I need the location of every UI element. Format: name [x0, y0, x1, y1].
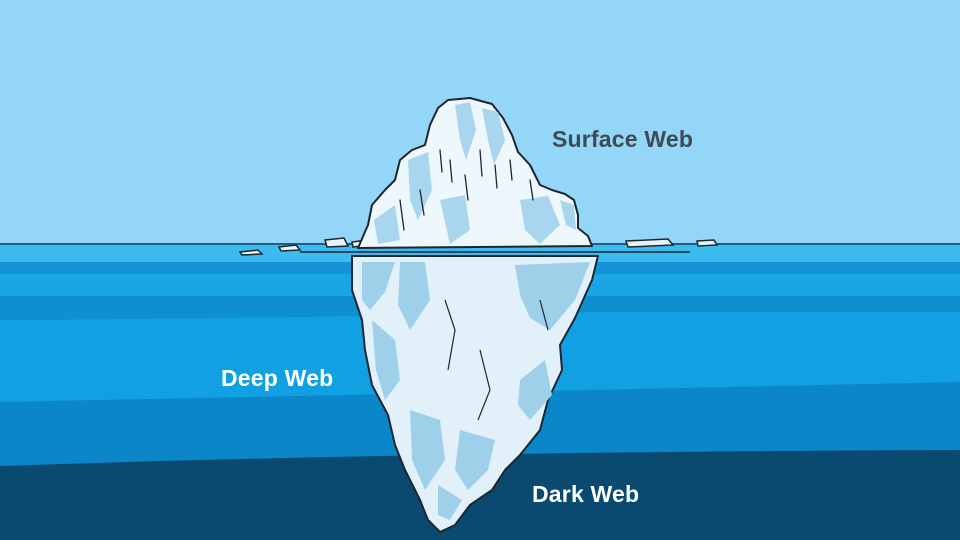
- ice-floe: [277, 244, 302, 252]
- deep-web-label: Deep Web: [221, 365, 334, 391]
- iceberg-diagram: Surface Web Deep Web Dark Web: [0, 0, 960, 540]
- surface-web-label: Surface Web: [552, 126, 694, 152]
- iceberg-illustration: [0, 0, 960, 540]
- ice-floe: [624, 238, 675, 248]
- ice-floe: [696, 239, 719, 247]
- ice-floe: [324, 237, 350, 248]
- dark-web-label: Dark Web: [532, 481, 640, 507]
